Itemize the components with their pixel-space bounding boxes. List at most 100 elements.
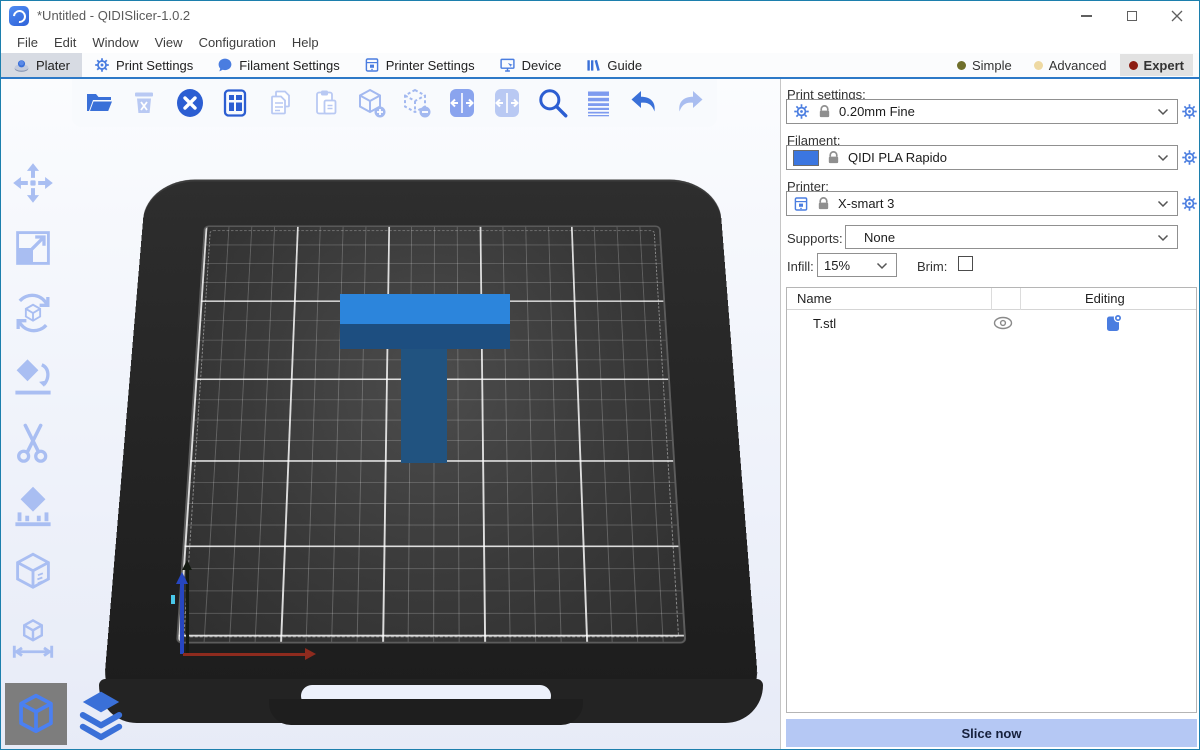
3d-view-cube-icon: [13, 691, 59, 737]
split-to-parts-button[interactable]: [490, 85, 523, 121]
chevron-down-icon: [876, 258, 888, 273]
3d-viewport[interactable]: [1, 79, 780, 750]
model-t-front-face[interactable]: [340, 324, 510, 349]
mode-advanced[interactable]: Advanced: [1025, 54, 1116, 76]
print-settings-gear-button[interactable]: [1179, 101, 1199, 121]
mode-simple-label: Simple: [972, 58, 1012, 73]
chevron-down-icon: [1157, 104, 1169, 119]
redo-button[interactable]: [673, 85, 707, 121]
tab-printer-settings[interactable]: Printer Settings: [352, 53, 487, 77]
tab-plater[interactable]: Plater: [1, 53, 82, 77]
gear-icon: [1181, 103, 1198, 120]
object-settings-button[interactable]: [1103, 313, 1123, 336]
add-instance-button[interactable]: [354, 85, 387, 121]
infill-combo[interactable]: 15%: [817, 253, 897, 277]
undo-icon: [627, 88, 661, 118]
supports-label: Supports:: [787, 231, 843, 246]
lock-icon: [816, 196, 831, 211]
redo-icon: [673, 88, 707, 118]
copy-button[interactable]: [264, 85, 297, 121]
maximize-button[interactable]: [1109, 1, 1154, 31]
place-on-face-tool-button[interactable]: [9, 356, 57, 400]
filament-combo[interactable]: QIDI PLA Rapido: [786, 145, 1178, 170]
split-to-objects-button[interactable]: [445, 85, 478, 121]
eye-icon: [993, 316, 1013, 330]
tab-guide[interactable]: Guide: [573, 53, 654, 77]
expert-mode-dot-icon: [1129, 61, 1138, 70]
move-tool-button[interactable]: [9, 161, 57, 205]
column-separator: [1020, 288, 1021, 310]
menu-item-window[interactable]: Window: [84, 33, 146, 52]
brim-label: Brim:: [917, 259, 947, 274]
gizmo-toolbar: [9, 161, 63, 660]
mode-advanced-label: Advanced: [1049, 58, 1107, 73]
mode-simple[interactable]: Simple: [948, 54, 1021, 76]
mode-expert[interactable]: Expert: [1120, 54, 1193, 76]
paint-supports-tool-button[interactable]: [9, 486, 57, 530]
gear-icon: [1181, 149, 1198, 166]
cut-icon: [11, 421, 55, 465]
menu-item-file[interactable]: File: [9, 33, 46, 52]
visibility-toggle[interactable]: [993, 316, 1013, 333]
plater-icon: [13, 57, 30, 74]
preview-view-button[interactable]: [73, 687, 129, 743]
undo-button[interactable]: [627, 85, 661, 121]
chevron-down-icon: [1157, 150, 1169, 165]
printer-combo[interactable]: X-smart 3: [786, 191, 1178, 216]
close-icon: [1171, 10, 1183, 22]
scale-icon: [11, 226, 55, 270]
menu-item-help[interactable]: Help: [284, 33, 327, 52]
gear-icon: [1181, 195, 1198, 212]
printer-gear-button[interactable]: [1179, 193, 1199, 213]
brim-checkbox[interactable]: [958, 256, 973, 271]
model-t-stem[interactable]: [401, 349, 447, 463]
arrange-button[interactable]: [219, 85, 252, 121]
split-parts-icon: [492, 87, 522, 119]
tab-filament-settings[interactable]: Filament Settings: [205, 53, 351, 77]
print-settings-combo[interactable]: 0.20mm Fine: [786, 99, 1178, 124]
editing-column-header[interactable]: Editing: [1085, 291, 1125, 306]
variable-layer-height-button[interactable]: [582, 85, 615, 121]
variable-layer-height-icon: [583, 88, 613, 118]
object-list-row[interactable]: T.stl: [787, 310, 1196, 336]
trash-icon: [129, 88, 159, 118]
minimize-button[interactable]: [1064, 1, 1109, 31]
close-button[interactable]: [1154, 1, 1199, 31]
rotate-icon: [11, 291, 55, 335]
supports-combo[interactable]: None: [845, 225, 1178, 249]
tab-print-settings[interactable]: Print Settings: [82, 53, 205, 77]
rotate-tool-button[interactable]: [9, 291, 57, 335]
tab-bar: Plater Print Settings Filament Settings …: [1, 53, 1199, 79]
scale-tool-button[interactable]: [9, 226, 57, 270]
seam-painting-tool-button[interactable]: [9, 551, 57, 595]
open-project-button[interactable]: [82, 85, 115, 121]
paste-button[interactable]: [309, 85, 342, 121]
cut-tool-button[interactable]: [9, 421, 57, 465]
model-t-top-face[interactable]: [340, 294, 510, 324]
measure-tool-button[interactable]: [9, 616, 57, 660]
lock-icon: [817, 104, 832, 119]
remove-instance-button[interactable]: [400, 85, 433, 121]
paint-supports-icon: [11, 486, 55, 530]
search-button[interactable]: [536, 85, 570, 121]
delete-all-button[interactable]: [173, 85, 207, 121]
object-list-header: Name Editing: [787, 288, 1196, 310]
lock-icon: [826, 150, 841, 165]
copy-icon: [266, 88, 296, 118]
settings-panel: Print settings: 0.20mm Fine Filament: QI…: [780, 79, 1200, 750]
3d-editor-view-button[interactable]: [5, 683, 67, 745]
menu-item-configuration[interactable]: Configuration: [191, 33, 284, 52]
window-title: *Untitled - QIDISlicer-1.0.2: [37, 8, 190, 23]
tab-device[interactable]: Device: [487, 53, 574, 77]
object-list: Name Editing T.stl: [786, 287, 1197, 713]
minimize-icon: [1081, 15, 1092, 17]
slice-now-button[interactable]: Slice now: [786, 719, 1197, 747]
filament-gear-button[interactable]: [1179, 147, 1199, 167]
place-on-face-icon: [11, 356, 55, 400]
slice-now-label: Slice now: [962, 726, 1022, 741]
simple-mode-dot-icon: [957, 61, 966, 70]
menu-item-view[interactable]: View: [147, 33, 191, 52]
name-column-header[interactable]: Name: [797, 291, 832, 306]
delete-button[interactable]: [127, 85, 160, 121]
menu-item-edit[interactable]: Edit: [46, 33, 84, 52]
